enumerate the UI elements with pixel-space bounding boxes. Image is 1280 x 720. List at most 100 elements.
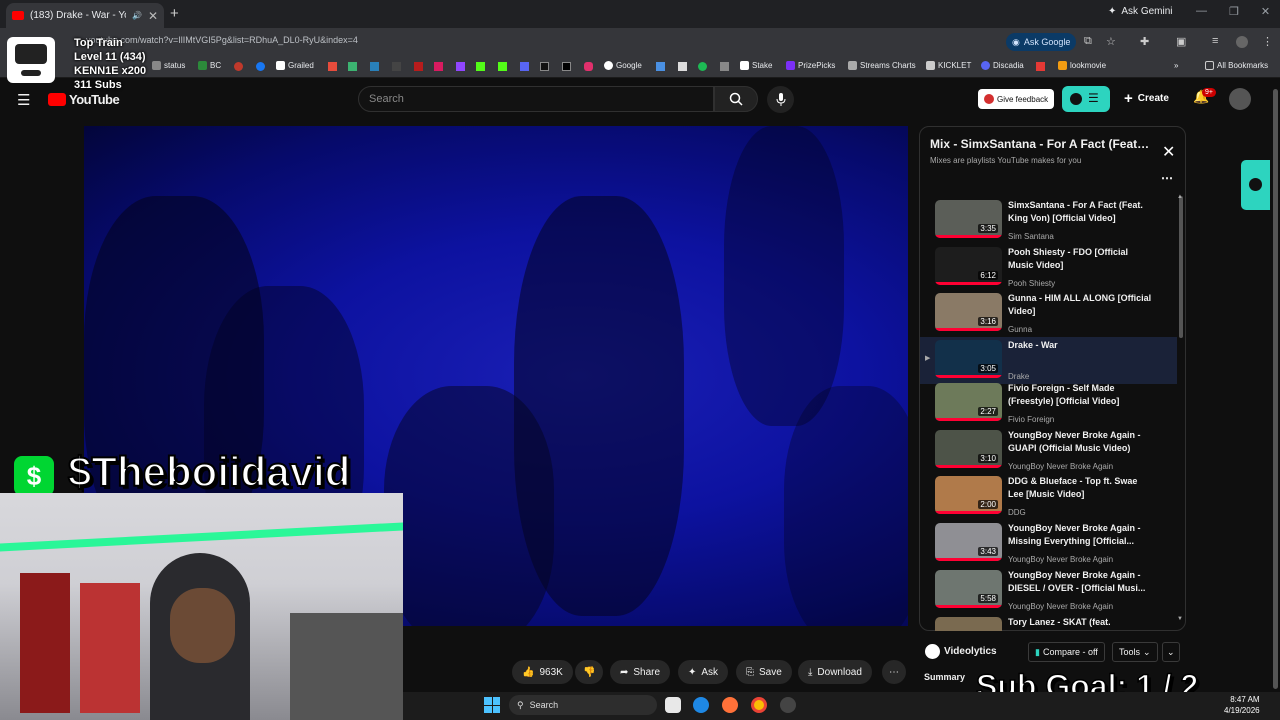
- playlist-item[interactable]: 6:12 Pooh Shiesty - FDO [Official Music V…: [920, 244, 1177, 291]
- firefox-icon[interactable]: [722, 697, 738, 713]
- file-explorer-icon[interactable]: [665, 697, 681, 713]
- bookmark-star-icon[interactable]: ☆: [1106, 35, 1116, 48]
- bookmark-favicon-icon[interactable]: [434, 62, 443, 71]
- windows-start-icon[interactable]: [484, 697, 500, 713]
- ask-button[interactable]: ✦ Ask: [678, 660, 729, 684]
- new-tab-button[interactable]: +: [170, 5, 179, 22]
- bookmark-favicon-icon[interactable]: [656, 62, 665, 71]
- bookmark-stake[interactable]: Stake: [740, 61, 772, 70]
- collapse-button[interactable]: ⌄: [1162, 642, 1180, 662]
- close-tab-icon[interactable]: ✕: [148, 9, 158, 23]
- compare-toggle-button[interactable]: ▮ Compare - off: [1028, 642, 1105, 662]
- search-input[interactable]: Search: [358, 86, 714, 112]
- x-icon[interactable]: [562, 62, 571, 71]
- bookmarks-overflow-icon[interactable]: »: [1174, 61, 1178, 70]
- twitch-icon[interactable]: [456, 62, 465, 71]
- extension-button[interactable]: ☰: [1062, 86, 1110, 112]
- bookmark-status[interactable]: status: [152, 61, 185, 70]
- minimize-icon[interactable]: —: [1196, 5, 1207, 18]
- bookmark-favicon-icon[interactable]: [520, 62, 529, 71]
- kick-icon[interactable]: [476, 62, 485, 71]
- download-button[interactable]: ⤓ Download: [798, 660, 872, 684]
- browser-tab[interactable]: (183) Drake - War - YouTube 🔊 ✕: [6, 3, 164, 28]
- bookmark-prizepicks[interactable]: PrizePicks: [786, 61, 835, 70]
- bookmark-favicon-icon[interactable]: [370, 62, 379, 71]
- bookmark-google[interactable]: Google: [604, 61, 642, 70]
- bookmark-kicklet[interactable]: KICKLET: [926, 61, 971, 70]
- bookmark-favicon-icon[interactable]: [678, 62, 687, 71]
- facebook-icon[interactable]: [256, 62, 265, 71]
- bookmark-streams-charts[interactable]: Streams Charts: [848, 61, 916, 70]
- menu-dots-icon[interactable]: ⋮: [1262, 35, 1273, 48]
- video-thumbnail: 3:16: [935, 293, 1002, 331]
- bookmark-favicon-icon[interactable]: [234, 62, 243, 71]
- bookmark-favicon-icon[interactable]: [328, 62, 337, 71]
- ask-google-button[interactable]: ◉ Ask Google: [1006, 33, 1077, 51]
- instagram-icon[interactable]: [584, 62, 593, 71]
- obs-icon[interactable]: [780, 697, 796, 713]
- edge-icon[interactable]: [693, 697, 709, 713]
- spotify-icon[interactable]: [698, 62, 707, 71]
- create-button[interactable]: + Create: [1124, 90, 1169, 107]
- chrome-icon[interactable]: [751, 697, 767, 713]
- more-actions-button[interactable]: ⋯: [882, 660, 906, 684]
- close-playlist-icon[interactable]: ✕: [1162, 142, 1175, 162]
- more-options-icon[interactable]: ⋯: [1161, 171, 1173, 185]
- install-icon[interactable]: ⧉: [1084, 35, 1092, 48]
- dislike-button[interactable]: 👎: [575, 660, 604, 684]
- bookmark-favicon-icon[interactable]: [414, 62, 423, 71]
- side-extension-button[interactable]: [1241, 160, 1270, 210]
- page-scrollbar[interactable]: [1271, 79, 1280, 692]
- bookmark-favicon-icon[interactable]: [720, 62, 729, 71]
- address-bar[interactable]: youtube.com/watch?v=IlIMtVGI5Pg&list=RDh…: [86, 35, 358, 45]
- youtube-logo[interactable]: YouTube: [48, 92, 120, 107]
- playlist-item[interactable]: 3:35 SimxSantana - For A Fact (Feat. King…: [920, 197, 1177, 244]
- playlist-item[interactable]: ▶ 3:05 Drake - War Drake: [920, 337, 1177, 384]
- playlist-item[interactable]: 2:27 Fivio Foreign - Self Made (Freestyle…: [920, 380, 1177, 427]
- bookmark-lookmovie[interactable]: lookmovie: [1058, 61, 1106, 70]
- profile-icon[interactable]: [1236, 36, 1248, 48]
- bookmark-favicon-icon[interactable]: [1036, 62, 1045, 71]
- playlist-scrollbar[interactable]: [1179, 196, 1183, 338]
- restore-icon[interactable]: ❐: [1229, 5, 1239, 18]
- give-feedback-button[interactable]: Give feedback: [978, 89, 1055, 109]
- bookmark-discadia[interactable]: Discadia: [981, 61, 1024, 70]
- cast-icon[interactable]: ≡: [1212, 35, 1218, 47]
- tools-dropdown[interactable]: Tools ⌄: [1112, 642, 1158, 662]
- sidepanel-icon[interactable]: ▣: [1176, 35, 1186, 48]
- video-title: Pooh Shiesty - FDO [Official Music Video…: [1008, 247, 1129, 270]
- playlist-item[interactable]: 3:10 YoungBoy Never Broke Again - GUAPI (…: [920, 427, 1177, 474]
- watched-progress-bar: [935, 558, 1002, 561]
- tiktok-icon[interactable]: [540, 62, 549, 71]
- watched-progress-bar: [935, 375, 1002, 378]
- like-button[interactable]: 👍 963K: [512, 660, 573, 684]
- account-avatar[interactable]: [1229, 88, 1251, 110]
- playlist-item[interactable]: 3:16 Gunna - HIM ALL ALONG [Official Vide…: [920, 290, 1177, 337]
- bookmark-favicon-icon[interactable]: [392, 62, 401, 71]
- voice-search-button[interactable]: [767, 86, 794, 113]
- playlist-item[interactable]: Tory Lanez - SKAT (feat.: [920, 614, 1177, 631]
- scroll-up-icon[interactable]: ▲: [1177, 194, 1183, 200]
- hamburger-menu-icon[interactable]: ☰: [17, 91, 30, 109]
- share-button[interactable]: ➦ Share: [610, 660, 671, 684]
- extensions-icon[interactable]: ✚: [1140, 35, 1149, 48]
- system-clock[interactable]: 8:47 AM 4/19/2026: [1224, 694, 1260, 716]
- all-bookmarks[interactable]: All Bookmarks: [1205, 61, 1268, 70]
- search-button[interactable]: [714, 86, 758, 112]
- summary-tab[interactable]: Summary: [924, 672, 965, 682]
- watched-progress-bar: [935, 235, 1002, 238]
- taskbar-search[interactable]: ⚲ Search: [509, 695, 657, 715]
- playlist-item[interactable]: 3:43 YoungBoy Never Broke Again - Missing…: [920, 520, 1177, 567]
- playlist-item[interactable]: 2:00 DDG & Blueface - Top ft. Swae Lee [M…: [920, 473, 1177, 520]
- bookmark-grailed[interactable]: Grailed: [276, 61, 314, 70]
- save-button[interactable]: ⎘ Save: [736, 660, 792, 684]
- playlist-item[interactable]: 5:58 YoungBoy Never Broke Again - DIESEL …: [920, 567, 1177, 614]
- close-window-icon[interactable]: ✕: [1261, 5, 1270, 18]
- playlist-subtitle: Mixes are playlists YouTube makes for yo…: [930, 156, 1082, 165]
- bookmark-favicon-icon[interactable]: [348, 62, 357, 71]
- share-icon: ➦: [620, 666, 629, 678]
- ask-gemini-button[interactable]: ✦ Ask Gemini: [1108, 6, 1173, 17]
- scroll-down-icon[interactable]: ▼: [1177, 616, 1183, 622]
- bookmark-favicon-icon[interactable]: [498, 62, 507, 71]
- bookmark-bc[interactable]: BC: [198, 61, 221, 70]
